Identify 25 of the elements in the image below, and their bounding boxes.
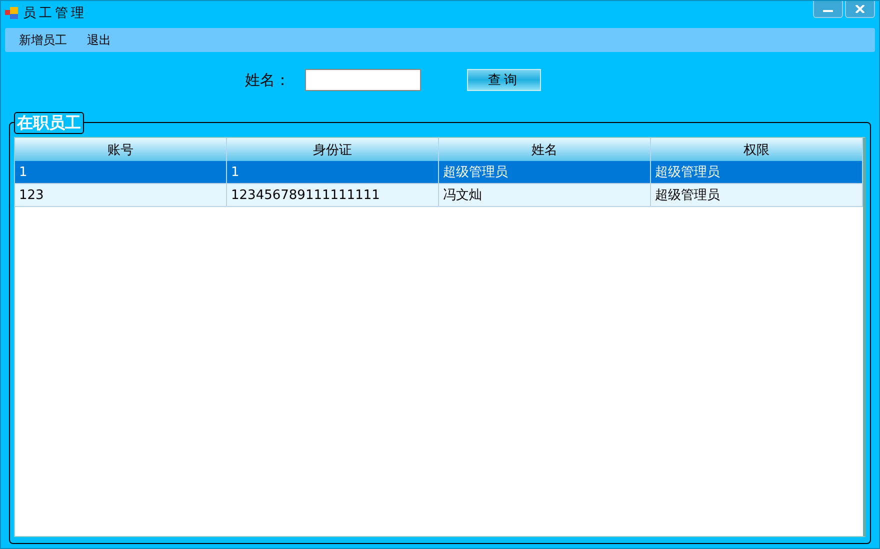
column-header[interactable]: 身份证 xyxy=(227,138,439,161)
table-cell: 123 xyxy=(15,184,227,207)
column-header[interactable]: 权限 xyxy=(651,138,863,161)
query-button[interactable]: 查询 xyxy=(467,69,541,91)
window-title: 员工管理 xyxy=(23,5,87,22)
name-input-field[interactable] xyxy=(305,69,421,91)
column-header[interactable]: 账号 xyxy=(15,138,227,161)
minimize-button[interactable] xyxy=(813,1,843,18)
table-row[interactable]: 123 123456789111111111 冯文灿 超级管理员 xyxy=(15,184,863,207)
menu-item[interactable]: 退出 xyxy=(79,30,119,50)
close-icon xyxy=(855,5,865,13)
close-button[interactable] xyxy=(845,1,875,18)
table-row[interactable]: 1 1 超级管理员 超级管理员 xyxy=(15,161,863,184)
app-icon xyxy=(5,7,19,19)
table-cell: 超级管理员 xyxy=(651,161,863,184)
table-cell: 超级管理员 xyxy=(439,161,651,184)
table-cell: 超级管理员 xyxy=(651,184,863,207)
table-cell: 1 xyxy=(15,161,227,184)
table-cell: 冯文灿 xyxy=(439,184,651,207)
group-title: 在职员工 xyxy=(14,112,84,134)
name-label: 姓名： xyxy=(245,70,291,90)
table-cell: 123456789111111111 xyxy=(227,184,439,207)
menu-item[interactable]: 新增员工 xyxy=(11,30,75,50)
column-header[interactable]: 姓名 xyxy=(439,138,651,161)
table-cell: 1 xyxy=(227,161,439,184)
